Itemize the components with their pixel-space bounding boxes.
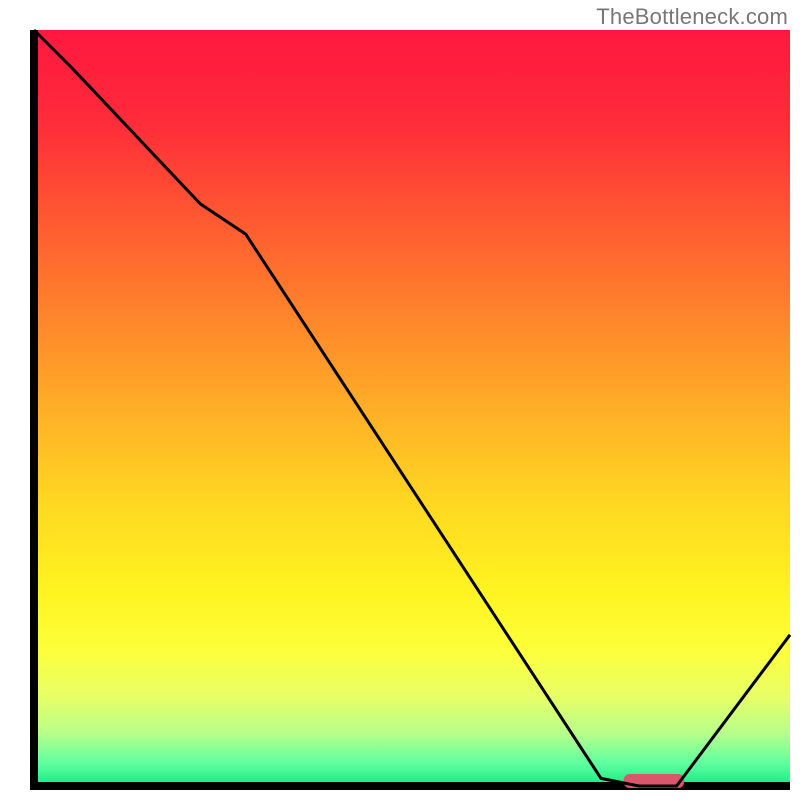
bottleneck-chart: TheBottleneck.com bbox=[0, 0, 800, 800]
watermark-text: TheBottleneck.com bbox=[596, 4, 788, 30]
gradient-background bbox=[34, 30, 790, 786]
chart-svg bbox=[0, 0, 800, 800]
